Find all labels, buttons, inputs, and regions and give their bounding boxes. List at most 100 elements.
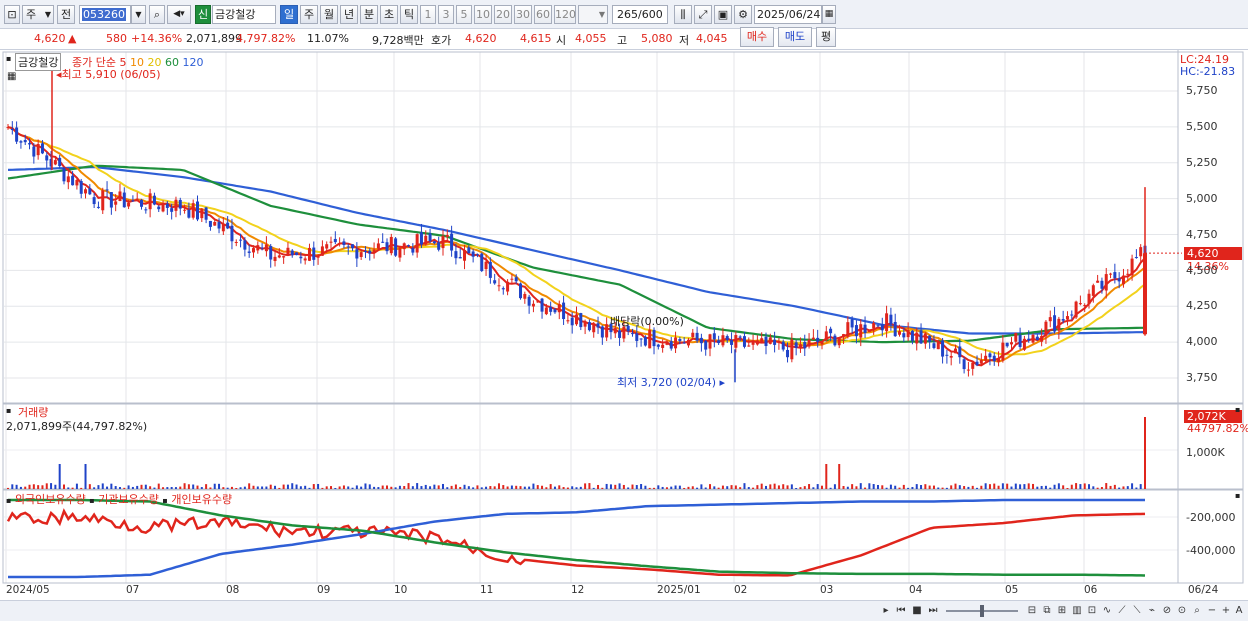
volume-bar — [730, 485, 733, 489]
volume-bar — [235, 487, 238, 489]
magnifier-icon[interactable]: ⌕ — [1191, 604, 1203, 617]
candle-body — [846, 322, 850, 337]
candle-body — [338, 243, 342, 245]
tab-period-month[interactable]: 월 — [320, 5, 338, 24]
candlestick-series — [6, 121, 1182, 377]
ruler-icon[interactable]: ⌁ — [1146, 604, 1158, 617]
zoom-out-icon[interactable]: − — [1206, 604, 1218, 617]
candle-body — [708, 334, 712, 349]
compare-icon[interactable]: ⊞ — [1056, 604, 1068, 617]
tab-period-second[interactable]: 초 — [380, 5, 398, 24]
candle-body — [1121, 275, 1125, 285]
candle-body — [256, 245, 260, 251]
gear-icon[interactable]: ⚙ — [734, 5, 752, 24]
tab-period-minute[interactable]: 분 — [360, 5, 378, 24]
candle-body — [1117, 278, 1121, 282]
layout-icon[interactable]: ⊟ — [1026, 604, 1038, 617]
eval-button[interactable]: 평 — [816, 27, 836, 47]
volume-bar — [15, 484, 18, 489]
forward-icon[interactable]: ⏭ — [927, 604, 939, 617]
count-input[interactable]: 265/600 — [612, 5, 668, 24]
price-axis-label: 4,250 — [1186, 299, 1218, 312]
custom-period-dropdown[interactable]: ▼ — [578, 5, 608, 24]
volume-bar — [1113, 484, 1116, 489]
volume-close-icon[interactable]: ▪ — [1235, 405, 1240, 414]
tab-number-3[interactable]: 3 — [438, 5, 454, 24]
buy-button[interactable]: 매수 — [740, 27, 774, 47]
x-axis-label: 12 — [571, 584, 585, 596]
stop-icon[interactable]: ■ — [911, 604, 923, 617]
copy-icon[interactable]: ⧉ — [1041, 604, 1053, 617]
calendar-icon[interactable]: ▦ — [822, 5, 836, 24]
x-axis-label: 03 — [820, 584, 834, 596]
date-input[interactable]: 2025/06/24 — [754, 5, 822, 24]
camera-icon[interactable]: ⊙ — [1176, 604, 1188, 617]
grid-toggle-icon[interactable]: ▦ — [7, 71, 16, 82]
mode-dropdown[interactable]: 주 ▼ — [22, 5, 54, 24]
volume-bar — [541, 485, 544, 489]
volume-bar — [670, 486, 673, 489]
eraser-icon[interactable]: ⊘ — [1161, 604, 1173, 617]
candle-body — [1009, 342, 1013, 345]
window-icon[interactable]: ⊡ — [4, 5, 20, 24]
line-tool-icon[interactable]: ⟍ — [1131, 604, 1143, 617]
tab-number-10[interactable]: 10 — [474, 5, 492, 24]
tab-period-tick[interactable]: 틱 — [400, 5, 418, 24]
bar-icon[interactable]: ▥ — [1071, 604, 1083, 617]
indicator-icon[interactable]: ⊡ — [1086, 604, 1098, 617]
prev-button[interactable]: 전 — [57, 5, 75, 24]
volume-bar — [588, 483, 591, 489]
candle-body — [893, 321, 897, 337]
holdings-close-icon[interactable]: ▪ — [1235, 491, 1240, 500]
zoom-slider-handle[interactable] — [980, 605, 984, 617]
scroll-right-icon[interactable]: ▸ — [880, 604, 892, 617]
zoom-in-icon[interactable]: + — [1220, 604, 1232, 617]
stock-code-input[interactable]: 053260 — [79, 5, 131, 24]
tab-period-day[interactable]: 일 — [280, 5, 298, 24]
candle-body — [295, 252, 299, 256]
tab-number-1[interactable]: 1 — [420, 5, 436, 24]
font-size-icon[interactable]: A — [1233, 604, 1245, 617]
code-dropdown-button[interactable]: ▼ — [131, 5, 146, 24]
panel-menu-icon[interactable]: ▪ — [6, 54, 11, 63]
line-chart-icon[interactable]: ⤢ — [694, 5, 712, 24]
candle-body — [730, 340, 734, 345]
tab-number-60[interactable]: 60 — [534, 5, 552, 24]
candle-body — [312, 247, 316, 260]
zoom-slider[interactable] — [946, 605, 1018, 617]
dividend-note: 배당락(0.00%) — [610, 315, 684, 328]
candle-body — [816, 337, 820, 342]
tab-number-5[interactable]: 5 — [456, 5, 472, 24]
candle-body — [178, 199, 182, 209]
volume-bar — [424, 484, 427, 489]
candle-body — [1014, 333, 1018, 342]
volume-bar — [269, 484, 272, 489]
rewind-icon[interactable]: ⏮ — [895, 604, 907, 617]
volume-bar — [1088, 484, 1091, 489]
tab-period-week[interactable]: 주 — [300, 5, 318, 24]
tab-period-year[interactable]: 년 — [340, 5, 358, 24]
candle-icon[interactable]: ⫼ — [674, 5, 692, 24]
candle-body — [1134, 257, 1138, 259]
candle-body — [480, 253, 484, 272]
candle-body — [630, 333, 634, 335]
volume-bar — [377, 487, 380, 489]
save-icon[interactable]: ▣ — [714, 5, 732, 24]
x-axis-label: 02 — [734, 584, 748, 596]
sell-button[interactable]: 매도 — [778, 27, 812, 47]
candle-body — [329, 241, 333, 243]
stock-name-field[interactable]: 금강철강 — [212, 5, 276, 24]
draw-icon[interactable]: ⟋ — [1116, 604, 1128, 617]
tab-number-20[interactable]: 20 — [494, 5, 512, 24]
volume-bar — [700, 484, 703, 489]
tab-number-120[interactable]: 120 — [554, 5, 576, 24]
search-icon[interactable]: ⌕ — [149, 5, 165, 24]
main-stock-tag: 금강철강 — [15, 53, 62, 71]
tab-number-30[interactable]: 30 — [514, 5, 532, 24]
volume-bar — [187, 484, 190, 489]
trend-icon[interactable]: ∿ — [1101, 604, 1113, 617]
candle-body — [497, 285, 501, 287]
candle-body — [501, 288, 505, 290]
volume-value: 2,071,899 — [186, 32, 242, 45]
sound-icon[interactable]: ◀▾ — [167, 5, 191, 24]
